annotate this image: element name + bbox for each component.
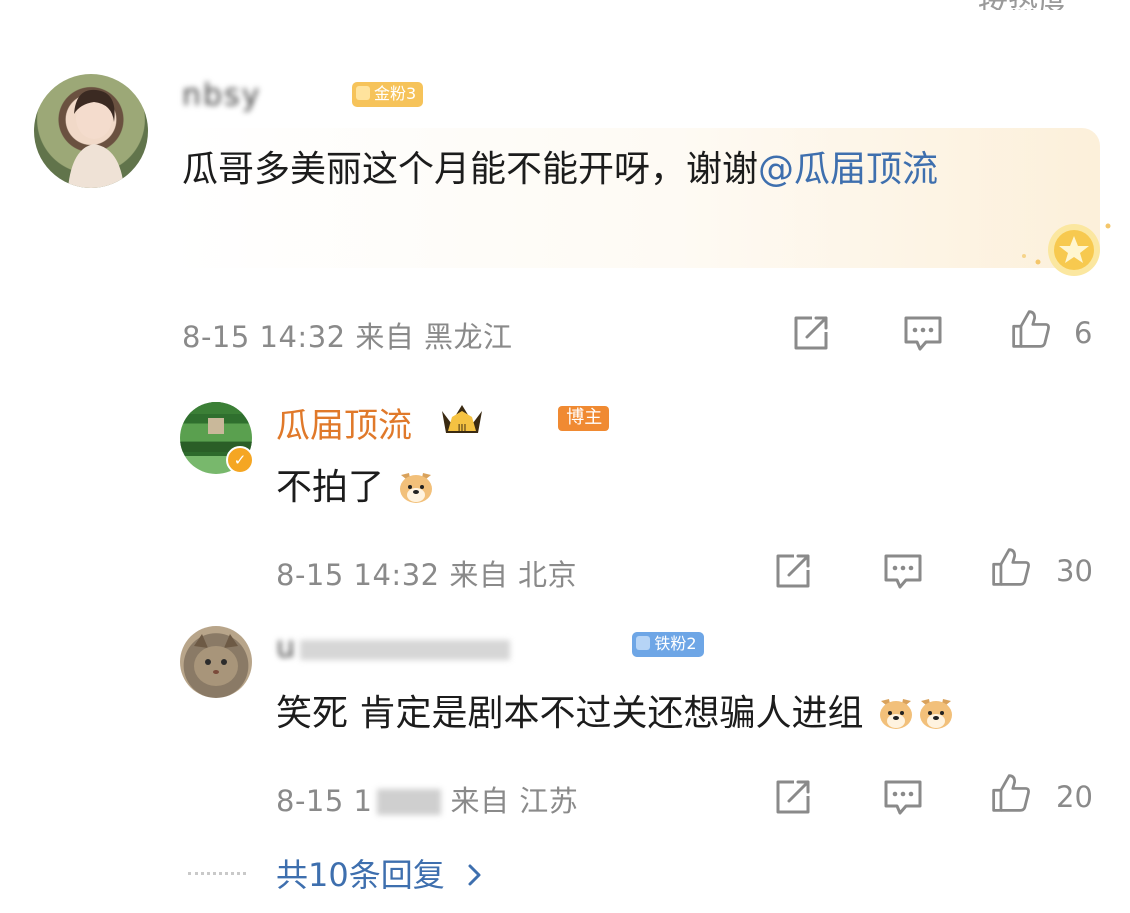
comment-text: 瓜哥多美丽这个月能不能开呀，谢谢@瓜届顶流 xyxy=(182,142,1072,198)
fan-badge-label: 铁粉2 xyxy=(654,634,697,653)
username-redaction xyxy=(300,640,510,660)
reply-text: 笑死 肯定是剧本不过关还想骗人进组 xyxy=(276,686,955,742)
fan-badge[interactable]: 铁粉2 xyxy=(632,632,704,657)
dotted-divider xyxy=(188,872,246,875)
like-count: 20 xyxy=(1056,780,1093,814)
commenter-username[interactable]: nbsy xyxy=(182,78,261,113)
reply-avatar[interactable] xyxy=(180,626,252,698)
dog-emoji-icon xyxy=(879,699,912,729)
like-count: 30 xyxy=(1056,554,1093,588)
reply-meta-location: 来自 江苏 xyxy=(450,784,579,818)
verified-icon: ✓ xyxy=(226,446,254,474)
blogger-badge-label: 博主 xyxy=(566,407,603,428)
sort-toggle[interactable]: 二按热度 xyxy=(948,0,1068,10)
commenter-avatar[interactable] xyxy=(34,74,148,188)
fan-badge-label: 金粉3 xyxy=(374,84,417,103)
comment-icon[interactable] xyxy=(902,312,944,354)
fan-badge-icon xyxy=(636,636,651,650)
like-icon[interactable] xyxy=(1010,308,1052,350)
blogger-badge[interactable]: 博主 xyxy=(558,406,610,431)
like-icon[interactable] xyxy=(990,546,1032,588)
share-icon[interactable] xyxy=(772,776,814,818)
share-icon[interactable] xyxy=(790,312,832,354)
comment-text-body: 瓜哥多美丽这个月能不能开呀，谢谢 xyxy=(182,149,759,190)
reply-text: 不拍了 xyxy=(276,460,435,516)
sort-prefix: 二 xyxy=(948,0,978,10)
comment-icon[interactable] xyxy=(882,550,924,592)
reply-meta-prefix: 8-15 1 xyxy=(276,784,373,818)
crown-icon: III xyxy=(442,405,482,434)
dog-emoji-icon xyxy=(400,473,433,503)
like-icon[interactable] xyxy=(990,772,1032,814)
reply-username[interactable]: u xyxy=(276,630,297,665)
gold-star-icon xyxy=(1022,223,1111,276)
dog-emoji-icon xyxy=(919,699,952,729)
comment-meta: 8-15 14:32 来自 黑龙江 xyxy=(182,320,513,354)
svg-text:III: III xyxy=(458,423,467,434)
blogger-username[interactable]: 瓜届顶流 xyxy=(276,398,412,447)
reply-text-body: 笑死 肯定是剧本不过关还想骗人进组 xyxy=(276,693,864,734)
reply-meta: 8-15 1 来自 江苏 xyxy=(276,778,578,820)
time-redaction xyxy=(376,789,441,815)
mention-link[interactable]: @瓜届顶流 xyxy=(758,149,938,190)
more-replies-label: 共10条回复 xyxy=(276,856,445,894)
like-count: 6 xyxy=(1074,316,1093,350)
fan-badge-icon xyxy=(356,86,370,100)
share-icon[interactable] xyxy=(772,550,814,592)
reply-meta: 8-15 14:32 来自 北京 xyxy=(276,558,578,592)
comment-icon[interactable] xyxy=(882,776,924,818)
sort-label: 按热度 xyxy=(978,0,1068,10)
fan-badge[interactable]: 金粉3 xyxy=(352,82,424,107)
more-replies-link[interactable]: 共10条回复 xyxy=(276,850,485,896)
reply-text-body: 不拍了 xyxy=(276,467,385,508)
chevron-right-icon xyxy=(468,864,481,886)
